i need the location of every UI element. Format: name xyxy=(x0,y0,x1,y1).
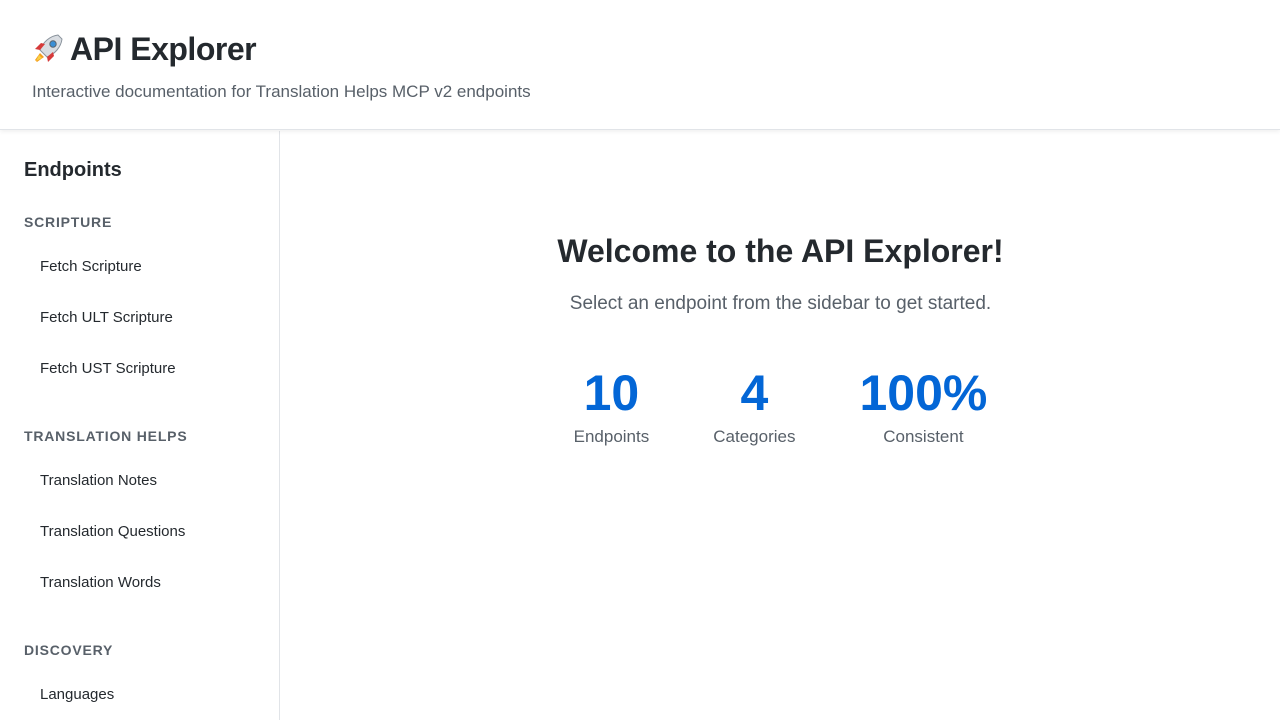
sidebar-item-fetch-scripture[interactable]: Fetch Scripture xyxy=(24,247,256,287)
stat-consistent: 100% Consistent xyxy=(859,363,987,447)
stat-value: 4 xyxy=(740,365,769,421)
title-row: API Explorer xyxy=(30,30,257,68)
section-heading-scripture: SCRIPTURE xyxy=(24,214,113,230)
app-header: API Explorer Interactive documentation f… xyxy=(0,0,1280,130)
sidebar-item-fetch-ult-scripture[interactable]: Fetch ULT Scripture xyxy=(24,298,256,338)
rocket-icon xyxy=(30,31,66,67)
stat-value: 100% xyxy=(859,365,988,421)
sidebar-item-languages[interactable]: Languages xyxy=(24,675,256,715)
stat-label: Consistent xyxy=(883,427,964,446)
sidebar-item-translation-questions[interactable]: Translation Questions xyxy=(24,512,256,552)
page-title: API Explorer xyxy=(70,30,257,67)
sidebar-title: Endpoints xyxy=(24,159,122,181)
stat-endpoints: 10 Endpoints xyxy=(574,363,650,447)
section-heading-translation-helps: TRANSLATION HELPS xyxy=(24,428,188,444)
sidebar-item-fetch-ust-scripture[interactable]: Fetch UST Scripture xyxy=(24,349,256,389)
welcome-title: Welcome to the API Explorer! xyxy=(557,233,1004,269)
welcome-subtitle: Select an endpoint from the sidebar to g… xyxy=(569,293,992,314)
sidebar-item-translation-words[interactable]: Translation Words xyxy=(24,563,256,603)
main-content: Welcome to the API Explorer! Select an e… xyxy=(281,131,1280,720)
page-subtitle: Interactive documentation for Translatio… xyxy=(32,82,531,101)
section-heading-discovery: DISCOVERY xyxy=(24,642,114,658)
sidebar-item-translation-notes[interactable]: Translation Notes xyxy=(24,461,256,501)
stat-value: 10 xyxy=(583,365,640,421)
stats-row: 10 Endpoints 4 Categories 100% Consisten… xyxy=(281,363,1280,447)
stat-label: Endpoints xyxy=(573,427,650,446)
sidebar: Endpoints SCRIPTURE Fetch Scripture Fetc… xyxy=(0,131,280,720)
stat-categories: 4 Categories xyxy=(713,363,795,447)
stat-label: Categories xyxy=(713,427,796,446)
